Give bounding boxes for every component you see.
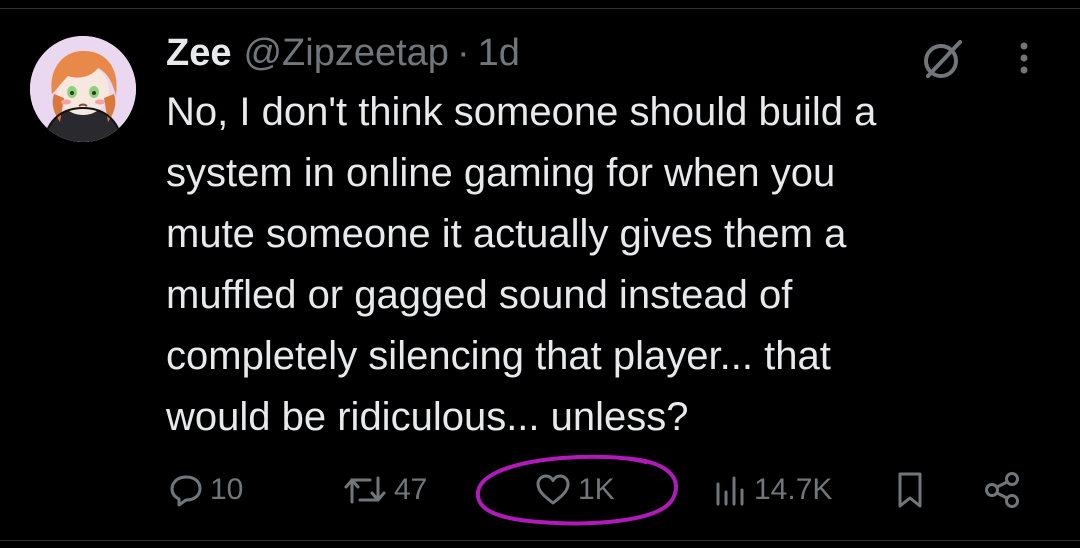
bookmark-icon <box>898 472 922 508</box>
bottom-divider <box>0 540 1080 541</box>
reply-count: 10 <box>210 473 244 506</box>
tweet-header: Zee @Zipzeetap · 1d <box>166 28 520 78</box>
share-button[interactable] <box>982 468 1028 512</box>
share-icon <box>985 472 1019 508</box>
author-handle[interactable]: @Zipzeetap <box>243 28 448 78</box>
repost-count: 47 <box>394 473 428 506</box>
header-separator: · <box>456 32 470 74</box>
tweet-text: No, I don't think someone should build a… <box>166 90 877 439</box>
more-icon[interactable] <box>1012 36 1036 82</box>
grok-icon[interactable] <box>920 36 966 82</box>
reply-button[interactable]: 10 <box>168 468 243 512</box>
tweet-timestamp[interactable]: 1d <box>478 28 520 78</box>
bookmark-button[interactable] <box>892 468 934 512</box>
like-count: 1K <box>578 473 615 506</box>
like-icon <box>536 474 570 505</box>
reply-icon <box>170 475 202 507</box>
views-icon <box>716 476 744 506</box>
author-display-name[interactable]: Zee <box>166 28 231 78</box>
repost-button[interactable]: 47 <box>342 468 427 512</box>
like-button[interactable]: 1K <box>534 468 615 512</box>
avatar[interactable] <box>30 36 136 142</box>
views-button[interactable]: 14.7K <box>712 468 832 512</box>
repost-icon <box>344 476 386 504</box>
top-divider <box>0 8 1080 9</box>
views-count: 14.7K <box>754 473 833 506</box>
